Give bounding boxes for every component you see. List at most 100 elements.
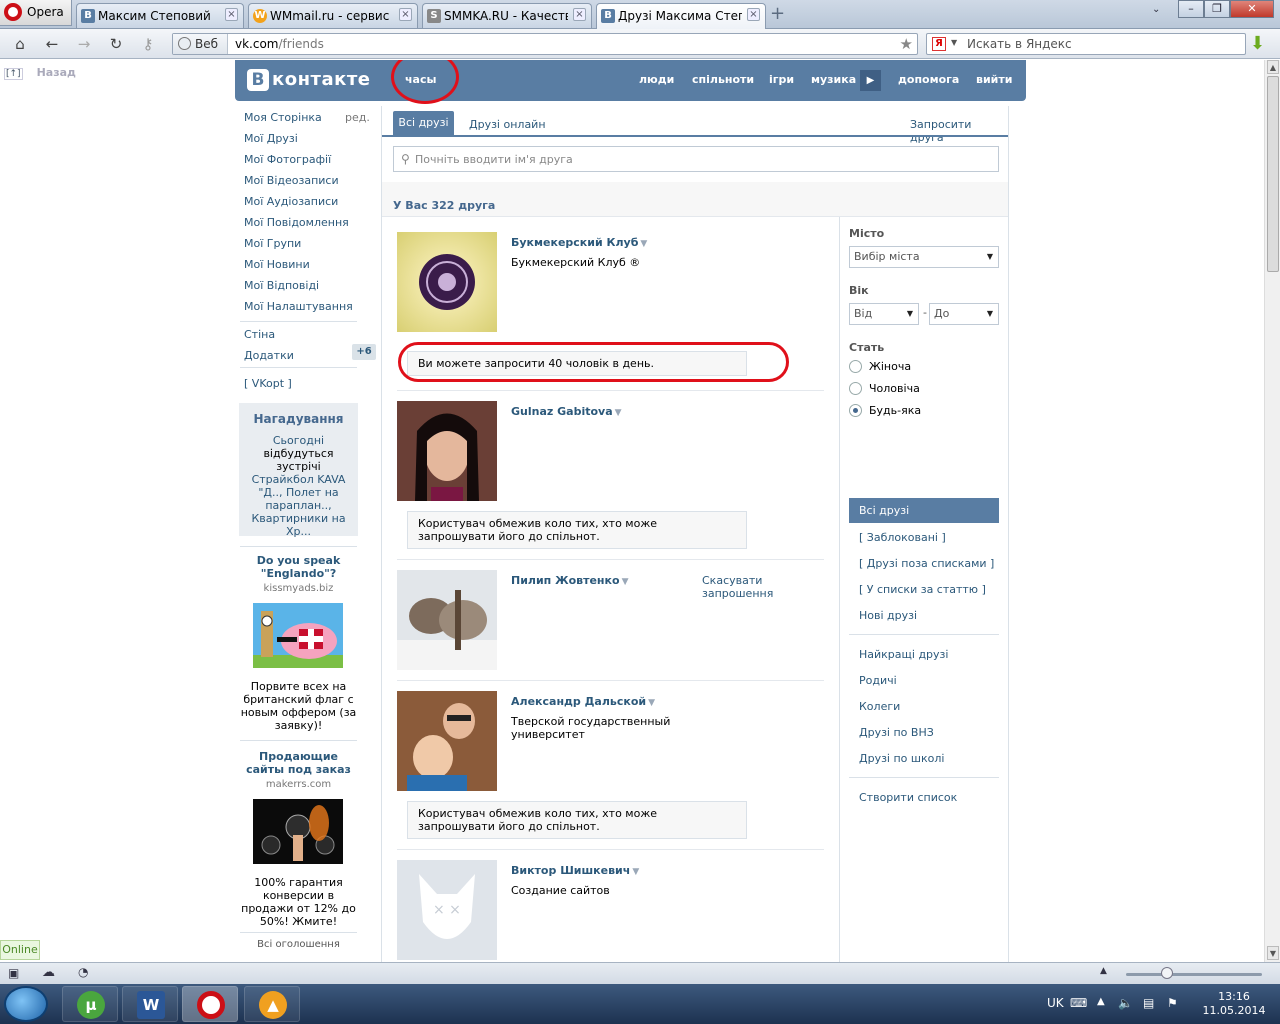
taskbar-aimp[interactable]: ▲ xyxy=(244,986,300,1022)
dropdown-caret-icon[interactable]: ▼ xyxy=(632,867,639,877)
list-university-friends[interactable]: Друзі по ВНЗ xyxy=(859,726,934,739)
back-link[interactable]: [↑] Назад xyxy=(4,66,76,80)
topnav-music[interactable]: музика xyxy=(811,73,856,86)
invite-friend-link[interactable]: Запросити друга xyxy=(910,118,1008,144)
list-unlisted[interactable]: [ Друзі поза списками ] xyxy=(859,557,994,570)
panel-toggle-icon[interactable]: ▣ xyxy=(8,966,19,980)
age-to-select[interactable]: До ▼ xyxy=(929,303,999,325)
vk-logo-icon[interactable]: В xyxy=(247,69,269,91)
friend-name-text[interactable]: Gulnaz Gabitova xyxy=(511,405,613,418)
url-text[interactable]: vk.com/friends xyxy=(235,37,324,51)
dropdown-caret-icon[interactable]: ▼ xyxy=(648,698,655,708)
left-menu-audio[interactable]: Мої Аудіозаписи xyxy=(244,195,338,208)
topnav-people[interactable]: люди xyxy=(639,73,674,86)
list-blocked[interactable]: [ Заблоковані ] xyxy=(859,531,946,544)
scrollbar-thumb[interactable] xyxy=(1267,76,1279,272)
city-select[interactable]: Вибір міста ▼ xyxy=(849,246,999,268)
browser-tab-1[interactable]: В Максим Степовий × xyxy=(76,3,244,28)
browser-tab-4-active[interactable]: В Друзі Максима Степо... × xyxy=(596,3,766,29)
taskbar-word[interactable]: W xyxy=(122,986,178,1022)
friend-name-text[interactable]: Пилип Жовтенко xyxy=(511,574,620,587)
back-arrow-icon[interactable]: ← xyxy=(42,35,62,53)
browser-tab-3[interactable]: S SMMKA.RU - Качестве... × xyxy=(422,3,592,28)
left-menu-messages[interactable]: Мої Повідомлення xyxy=(244,216,349,229)
age-from-select[interactable]: Від ▼ xyxy=(849,303,919,325)
online-status-badge[interactable]: Online xyxy=(0,940,40,960)
dropdown-caret-icon[interactable]: ▼ xyxy=(622,577,629,587)
topnav-logout[interactable]: вийти xyxy=(976,73,1012,86)
left-menu-photos[interactable]: Мої Фотографії xyxy=(244,153,331,166)
page-scrollbar[interactable]: ▲ ▼ xyxy=(1264,60,1280,962)
left-menu-videos[interactable]: Мої Відеозаписи xyxy=(244,174,339,187)
friend-name-text[interactable]: Виктор Шишкевич xyxy=(511,864,630,877)
site-info-badge[interactable]: Веб xyxy=(173,34,228,54)
friend-name[interactable]: Виктор Шишкевич ▼ xyxy=(511,864,639,877)
sex-radio-male[interactable] xyxy=(849,382,862,395)
friend-name[interactable]: Gulnaz Gabitova ▼ xyxy=(511,405,622,418)
apps-count-badge[interactable]: +6 xyxy=(352,344,376,360)
keyboard-icon[interactable]: ⌨ xyxy=(1070,996,1087,1010)
address-bar[interactable]: Веб vk.com/friends ★ xyxy=(172,33,918,55)
zoom-slider-handle[interactable] xyxy=(1161,967,1173,979)
topnav-games[interactable]: ігри xyxy=(769,73,794,86)
left-menu-settings[interactable]: Мої Налаштування xyxy=(244,300,353,313)
list-relatives[interactable]: Родичі xyxy=(859,674,897,687)
close-tab-icon[interactable]: × xyxy=(747,8,760,21)
windows-start-button[interactable] xyxy=(4,986,48,1022)
close-tab-icon[interactable]: × xyxy=(225,8,238,21)
ad-title[interactable]: Do you speak "Englando"? xyxy=(240,554,357,580)
edit-link[interactable]: ред. xyxy=(345,111,370,124)
reminder-today-link[interactable]: Сьогодні xyxy=(273,434,324,447)
list-best-friends[interactable]: Найкращі друзі xyxy=(859,648,948,661)
list-all-friends[interactable]: Всі друзі xyxy=(849,498,999,523)
search-input[interactable]: Я ▼ Искать в Яндекс xyxy=(926,33,1246,55)
play-icon[interactable]: ▶ xyxy=(860,70,881,91)
friend-avatar[interactable] xyxy=(397,691,497,791)
left-menu-answers[interactable]: Мої Відповіді xyxy=(244,279,319,292)
vk-logo-text[interactable]: контакте xyxy=(272,69,370,90)
reload-icon[interactable]: ↻ xyxy=(106,35,126,53)
cancel-request-link[interactable]: Скасувати запрошення xyxy=(702,574,782,600)
scroll-down-icon[interactable]: ▼ xyxy=(1267,946,1279,960)
tab-list-chevron-icon[interactable]: ⌄ xyxy=(1152,4,1160,15)
download-icon[interactable]: ⬇ xyxy=(1250,34,1270,54)
topnav-communities[interactable]: спільноти xyxy=(692,73,754,86)
opera-menu-button[interactable]: Opera xyxy=(0,0,72,26)
left-menu-wall[interactable]: Стіна xyxy=(244,328,275,341)
minimize-button[interactable]: – xyxy=(1178,0,1204,18)
zoom-slider[interactable] xyxy=(1126,973,1262,976)
create-list-link[interactable]: Створити список xyxy=(859,791,957,804)
close-tab-icon[interactable]: × xyxy=(573,8,586,21)
close-tab-icon[interactable]: × xyxy=(399,8,412,21)
dropdown-caret-icon[interactable]: ▼ xyxy=(615,408,622,418)
system-clock[interactable]: 13:16 11.05.2014 xyxy=(1196,990,1272,1018)
bookmark-star-icon[interactable]: ★ xyxy=(900,34,913,54)
search-engine-chevron-icon[interactable]: ▼ xyxy=(951,38,957,47)
topnav-help[interactable]: допомога xyxy=(898,73,959,86)
left-menu-news[interactable]: Мої Новини xyxy=(244,258,310,271)
friend-avatar[interactable] xyxy=(397,570,497,670)
friend-search-input[interactable]: ⚲ Почніть вводити ім'я друга xyxy=(393,146,999,172)
sex-radio-female[interactable] xyxy=(849,360,862,373)
volume-icon[interactable]: 🔈 xyxy=(1118,996,1133,1010)
reminder-events-link[interactable]: Страйкбол KAVA "Д.., Полет на параплан..… xyxy=(251,473,345,538)
tab-friends-online[interactable]: Друзі онлайн xyxy=(469,118,546,131)
scroll-up-icon[interactable]: ▲ xyxy=(1267,60,1279,74)
friend-name-text[interactable]: Букмекерский Клуб xyxy=(511,236,638,249)
maximize-button[interactable]: ❐ xyxy=(1204,0,1230,18)
left-menu-my-page[interactable]: Моя Сторінка xyxy=(244,111,322,124)
taskbar-utorrent[interactable]: µ xyxy=(62,986,118,1022)
browser-tab-2[interactable]: W WMmail.ru - сервис п... × xyxy=(248,3,418,28)
friend-name-text[interactable]: Александр Дальской xyxy=(511,695,646,708)
tray-expand-icon[interactable]: ▲ xyxy=(1097,996,1105,1007)
friend-avatar[interactable] xyxy=(397,401,497,501)
view-toggle-icon[interactable]: ▲ xyxy=(1100,966,1107,976)
new-tab-icon[interactable]: + xyxy=(770,5,785,23)
cloud-icon[interactable]: ☁ xyxy=(42,965,55,980)
close-window-button[interactable]: ✕ xyxy=(1230,0,1274,18)
friend-name[interactable]: Пилип Жовтенко ▼ xyxy=(511,574,628,587)
language-indicator[interactable]: UK xyxy=(1047,996,1064,1010)
network-icon[interactable]: ▤ xyxy=(1143,996,1154,1010)
action-center-flag-icon[interactable]: ⚑ xyxy=(1167,996,1178,1010)
list-school-friends[interactable]: Друзі по школі xyxy=(859,752,944,765)
